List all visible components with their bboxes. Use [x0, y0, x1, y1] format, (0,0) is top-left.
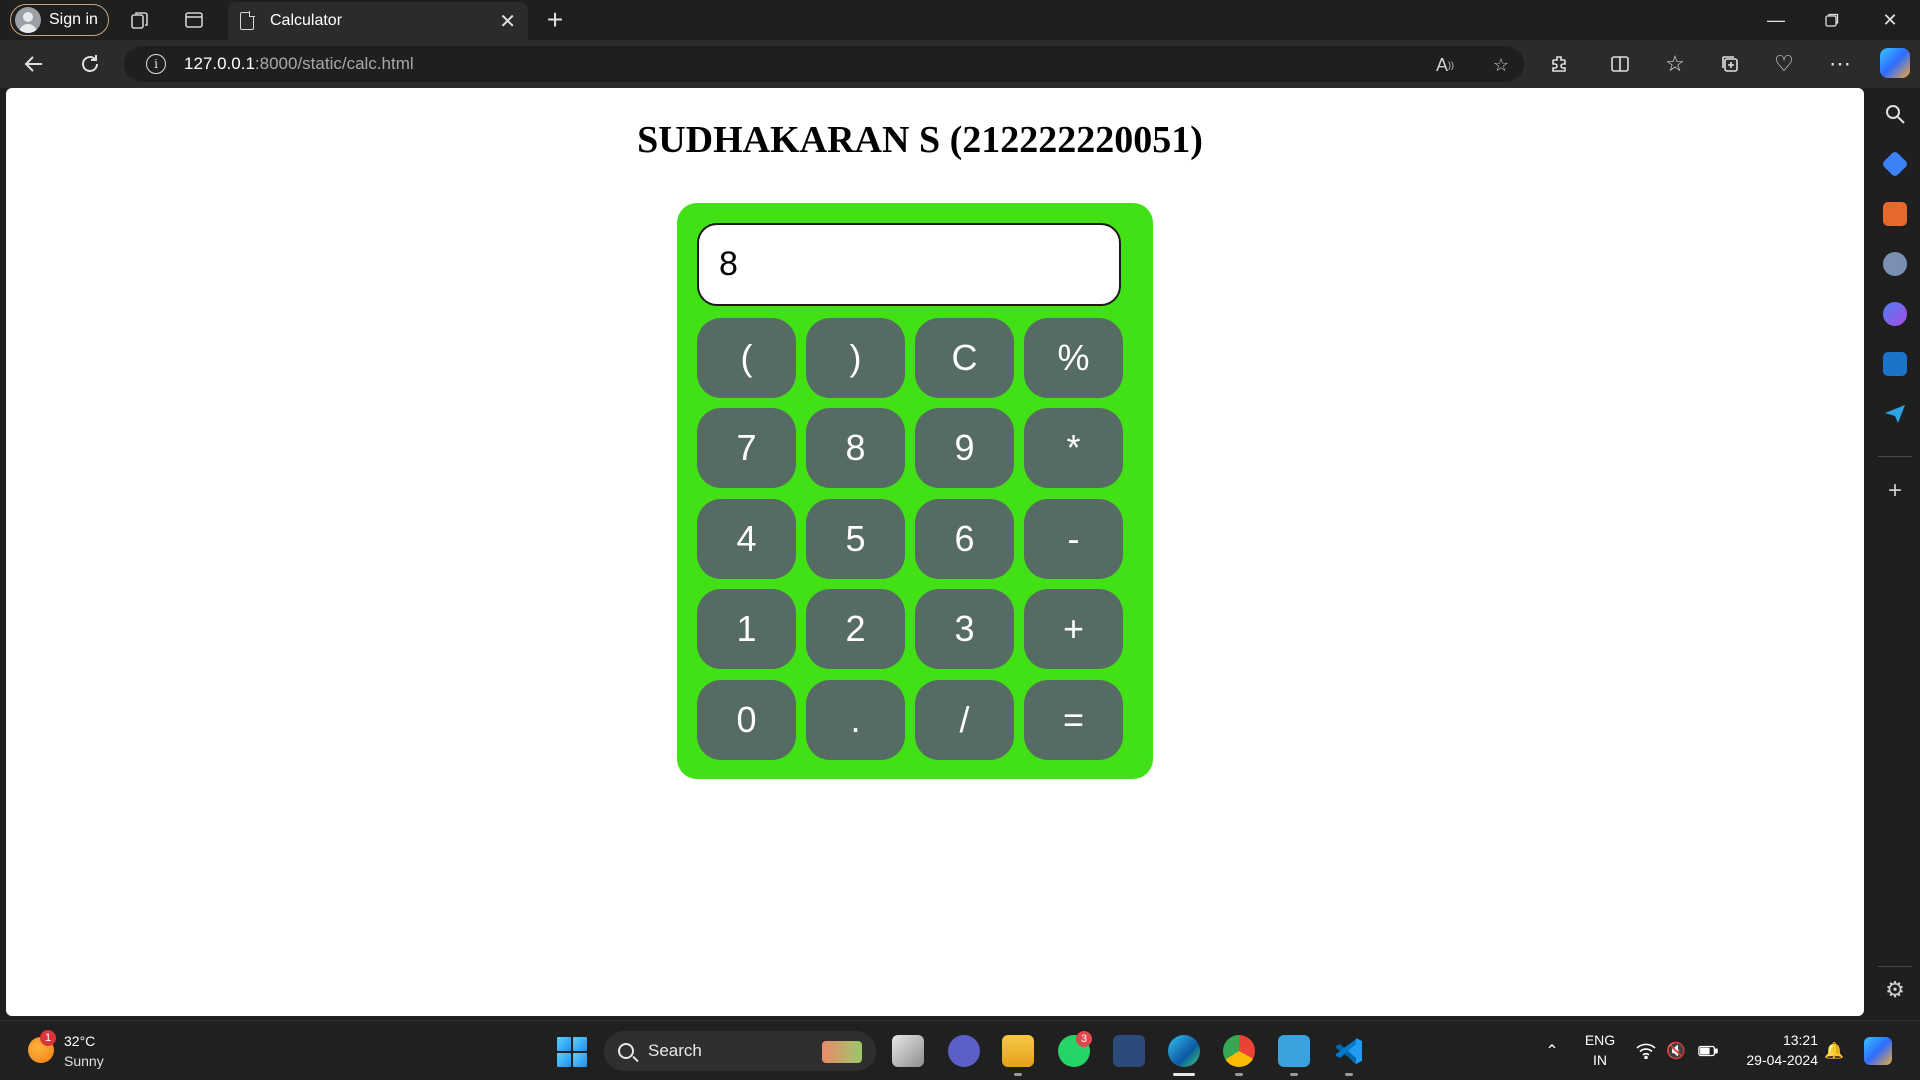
close-tab-icon[interactable]: ✕	[499, 9, 516, 34]
edge-sidebar: + ⚙	[1870, 88, 1920, 1016]
running-indicator	[1345, 1073, 1353, 1076]
search-icon	[618, 1043, 634, 1059]
refresh-icon[interactable]	[76, 50, 104, 78]
copilot-icon[interactable]	[1880, 48, 1910, 78]
language-region[interactable]: IN	[1576, 1052, 1624, 1068]
tab-strip: Sign in Calculator ✕ + — ✕	[0, 0, 1920, 40]
file-explorer-icon[interactable]	[1002, 1035, 1034, 1067]
key-3[interactable]: 3	[915, 589, 1014, 669]
page-title: SUDHAKARAN S (212222220051)	[637, 119, 1203, 161]
key-0[interactable]: 0	[697, 680, 796, 760]
clock-time[interactable]: 13:21	[1728, 1032, 1818, 1048]
chevron-up-icon[interactable]: ⌃	[1542, 1041, 1562, 1061]
page-viewport: SUDHAKARAN S (212222220051) 8 ( ) C % 7 …	[6, 88, 1864, 1016]
favorite-star-icon[interactable]: ☆	[1490, 54, 1512, 76]
taskbar-search[interactable]: Search	[604, 1031, 876, 1071]
wifi-icon[interactable]	[1636, 1041, 1656, 1061]
key-5[interactable]: 5	[806, 499, 905, 579]
more-options-icon[interactable]: ⋯	[1826, 50, 1854, 78]
running-indicator	[1290, 1073, 1298, 1076]
url-host: 127.0.0.1	[184, 54, 255, 73]
key-8[interactable]: 8	[806, 408, 905, 488]
language-code[interactable]: ENG	[1576, 1032, 1624, 1048]
microsoft-365-icon[interactable]	[1883, 302, 1907, 326]
key-1[interactable]: 1	[697, 589, 796, 669]
running-indicator	[1014, 1073, 1022, 1076]
key-equals[interactable]: =	[1024, 680, 1123, 760]
active-indicator	[1173, 1073, 1195, 1076]
running-indicator	[1235, 1073, 1243, 1076]
calculator-display[interactable]: 8	[697, 223, 1121, 306]
search-icon[interactable]	[1883, 102, 1907, 126]
ssms-icon[interactable]	[1113, 1035, 1145, 1067]
volume-muted-icon[interactable]: 🔇	[1666, 1041, 1686, 1061]
key-clear[interactable]: C	[915, 318, 1014, 398]
key-multiply[interactable]: *	[1024, 408, 1123, 488]
favorites-icon[interactable]: ☆	[1661, 50, 1689, 78]
key-open-paren[interactable]: (	[697, 318, 796, 398]
copilot-taskbar-icon[interactable]	[1864, 1037, 1892, 1065]
back-icon[interactable]	[20, 50, 48, 78]
notification-bell-icon[interactable]: 🔔	[1824, 1041, 1844, 1061]
new-tab-icon[interactable]: +	[540, 3, 570, 37]
weather-temperature[interactable]: 32°C	[64, 1033, 95, 1049]
task-view-icon[interactable]	[892, 1035, 924, 1067]
minimize-icon[interactable]: —	[1748, 0, 1804, 40]
site-info-icon[interactable]: i	[146, 54, 166, 74]
key-add[interactable]: +	[1024, 589, 1123, 669]
key-9[interactable]: 9	[915, 408, 1014, 488]
page-icon	[240, 11, 255, 30]
split-screen-icon[interactable]	[1606, 50, 1634, 78]
outlook-icon[interactable]	[1883, 352, 1907, 376]
clock-date[interactable]: 29-04-2024	[1728, 1052, 1818, 1068]
windows-taskbar: 1 32°C Sunny Search 3 ⌃ ENG IN 🔇 13:21 2…	[0, 1020, 1920, 1080]
whatsapp-badge: 3	[1076, 1031, 1092, 1047]
tab-calculator[interactable]: Calculator ✕	[228, 2, 528, 40]
games-icon[interactable]	[1883, 252, 1907, 276]
key-6[interactable]: 6	[915, 499, 1014, 579]
search-label: Search	[648, 1041, 702, 1060]
edge-browser-icon[interactable]	[1168, 1035, 1200, 1067]
shopping-tag-icon[interactable]	[1881, 150, 1909, 178]
close-window-icon[interactable]: ✕	[1862, 0, 1918, 40]
add-icon[interactable]: +	[1883, 479, 1907, 504]
battery-icon[interactable]	[1698, 1041, 1718, 1061]
weather-condition[interactable]: Sunny	[64, 1053, 104, 1069]
key-percent[interactable]: %	[1024, 318, 1123, 398]
key-2[interactable]: 2	[806, 589, 905, 669]
browser-essentials-icon[interactable]: ♡	[1770, 50, 1798, 78]
key-close-paren[interactable]: )	[806, 318, 905, 398]
profile-label: Sign in	[49, 11, 98, 28]
notepad-icon[interactable]	[1278, 1035, 1310, 1067]
collections-icon[interactable]	[1716, 50, 1744, 78]
key-subtract[interactable]: -	[1024, 499, 1123, 579]
extensions-icon[interactable]	[1545, 50, 1573, 78]
tab-actions-icon[interactable]	[182, 8, 206, 32]
key-4[interactable]: 4	[697, 499, 796, 579]
send-icon[interactable]	[1883, 402, 1907, 426]
key-decimal[interactable]: .	[806, 680, 905, 760]
key-7[interactable]: 7	[697, 408, 796, 488]
navigation-bar: i 127.0.0.1:8000/static/calc.html A)) ☆ …	[0, 40, 1920, 88]
vscode-icon[interactable]	[1333, 1035, 1365, 1067]
url-path: :8000/static/calc.html	[254, 54, 414, 73]
read-aloud-icon[interactable]: A))	[1434, 54, 1456, 76]
weather-badge: 1	[40, 1030, 56, 1046]
sidebar-divider	[1878, 456, 1912, 457]
start-windows-icon[interactable]	[557, 1037, 587, 1067]
restore-icon[interactable]	[1804, 0, 1860, 40]
key-divide[interactable]: /	[915, 680, 1014, 760]
profile-button[interactable]: Sign in	[10, 4, 109, 36]
tab-title: Calculator	[270, 12, 343, 29]
chrome-icon[interactable]	[1223, 1035, 1255, 1067]
teams-chat-icon[interactable]	[948, 1035, 980, 1067]
tools-icon[interactable]	[1883, 202, 1907, 226]
settings-gear-icon[interactable]: ⚙	[1883, 978, 1907, 1002]
avatar-icon	[15, 7, 41, 33]
sidebar-divider	[1878, 966, 1912, 967]
calculator: 8 ( ) C % 7 8 9 * 4 5 6 - 1 2 3 + 0 . / …	[677, 203, 1153, 779]
address-bar[interactable]: i 127.0.0.1:8000/static/calc.html A)) ☆	[124, 46, 1524, 82]
search-highlight-icon	[822, 1041, 862, 1063]
workspaces-icon[interactable]	[128, 8, 152, 32]
